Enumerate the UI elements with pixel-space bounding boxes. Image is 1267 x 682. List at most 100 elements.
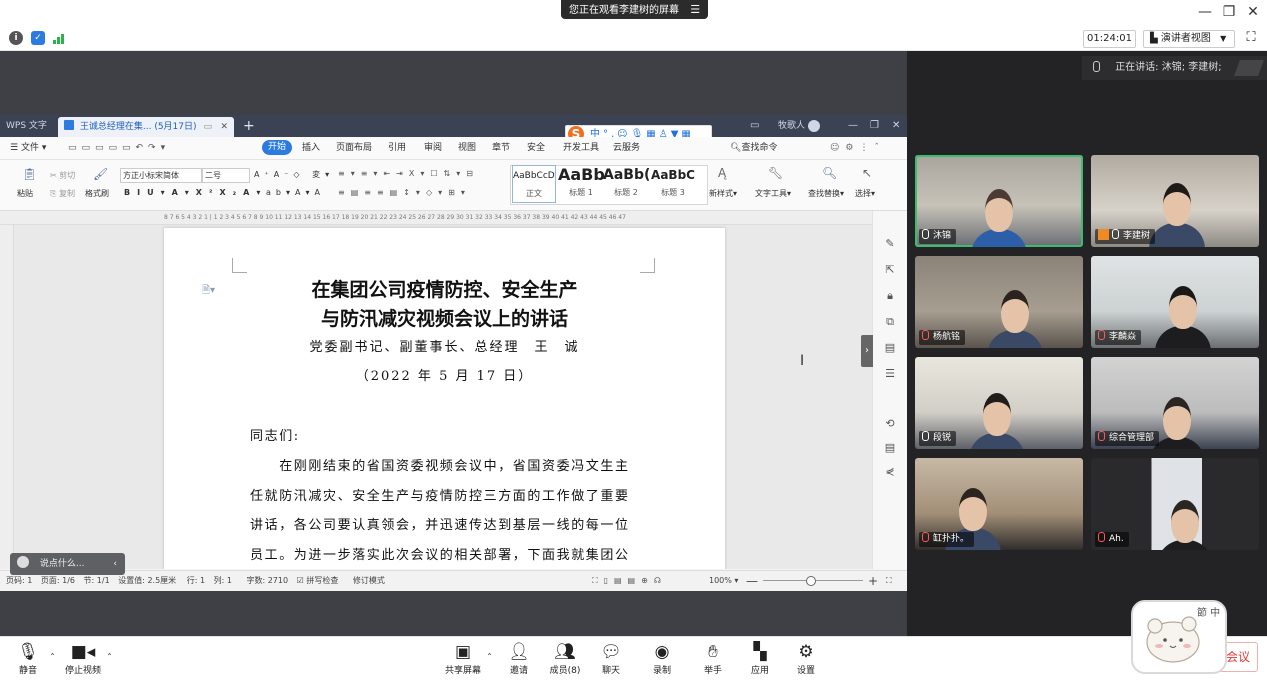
align-buttons[interactable]: ≡▤≡≡▤↕▾◇▾⊞▾	[338, 188, 471, 197]
bars-icon[interactable]: ☰	[883, 367, 897, 381]
invite-button[interactable]: 👤︎ 邀请	[494, 641, 544, 676]
share-screen-button[interactable]: ▣ 共享屏幕	[438, 641, 488, 676]
style-option-1[interactable]: AaBb 标题 1	[558, 165, 604, 203]
horizontal-ruler[interactable]: 8 7 6 5 4 3 2 1 | 1 2 3 4 5 6 7 8 9 10 1…	[0, 211, 872, 225]
share-options-icon[interactable]: ˆ	[487, 653, 492, 664]
file-menu[interactable]: ☰ 文件 ▾	[10, 137, 46, 159]
wps-minimize-icon[interactable]: —	[848, 115, 858, 137]
tab-6[interactable]: 章节	[492, 137, 510, 159]
find-replace-icon[interactable]: 🔍︎	[822, 166, 837, 180]
mute-options-icon[interactable]: ˆ	[50, 653, 55, 664]
pen-icon[interactable]: ✎	[883, 237, 897, 251]
video-tile[interactable]: 李建树	[1091, 155, 1259, 247]
tab-3[interactable]: 引用	[388, 137, 406, 159]
select-cursor-icon[interactable]: ↖	[862, 166, 872, 180]
raise-hand-button[interactable]: ✋︎ 举手	[688, 641, 738, 676]
quick-access-icon[interactable]: ▭▭▭▭▭↶↷▾	[68, 137, 170, 159]
highlight-buttons[interactable]: ab▾A▾A	[266, 188, 325, 197]
record-button[interactable]: ◉ 录制	[637, 641, 687, 676]
copy-button[interactable]: ⎘ 复制	[50, 188, 75, 199]
video-tile[interactable]: 沐锦	[915, 155, 1083, 247]
video-tile[interactable]: 综合管理部	[1091, 357, 1259, 449]
view-mode-icons[interactable]: ⛶▯▤▤⊕☊	[592, 571, 667, 591]
video-tile[interactable]: 缸扑扑。	[915, 458, 1083, 550]
video-tile[interactable]: 段锐	[915, 357, 1083, 449]
new-style-icon[interactable]: Ą	[718, 166, 726, 180]
document-workspace[interactable]: 🗎▾ 在集团公司疫情防控、安全生产 与防汛减灾视频会议上的讲话 党委副书记、副董…	[14, 225, 872, 569]
document-tab[interactable]: 王诚总经理在集... (5月17日) ▭ ✕	[58, 117, 234, 137]
view-mode-dropdown[interactable]: ▙ 演讲者视图 ▼	[1143, 30, 1235, 48]
paste-icon[interactable]: 📋︎	[22, 167, 37, 181]
tab-window-icon[interactable]: ▭	[203, 117, 212, 137]
tab-close-icon[interactable]: ✕	[220, 117, 228, 137]
members-button[interactable]: 👥︎ 成员(8)	[540, 641, 590, 676]
select-button[interactable]: 选择▾	[855, 188, 875, 199]
style-option-3[interactable]: AaBbC 标题 3	[650, 165, 696, 203]
share-icon[interactable]: ⋞	[883, 465, 897, 479]
settings-icon[interactable]: ☺⚙⋮ˆ	[830, 137, 885, 159]
pointer-icon[interactable]: ⇱	[883, 263, 897, 277]
list-icon[interactable]: ▤	[883, 441, 897, 455]
comment-input[interactable]: 说点什么... ‹	[10, 553, 125, 575]
settings-button[interactable]: ⚙ 设置	[781, 641, 831, 676]
new-tab-icon[interactable]: +	[243, 115, 255, 137]
spell-check-button[interactable]: ☑ 拼写检查	[297, 576, 339, 585]
tab-0[interactable]: 开始	[262, 140, 293, 155]
wps-close-icon[interactable]: ✕	[892, 115, 900, 137]
video-tile[interactable]: 李麟焱	[1091, 256, 1259, 348]
tab-4[interactable]: 审阅	[424, 137, 442, 159]
text-tools-button[interactable]: 文字工具▾	[755, 188, 791, 199]
vertical-ruler[interactable]	[0, 225, 14, 569]
zoom-slider-handle[interactable]	[806, 576, 816, 586]
paste-button[interactable]: 粘贴	[17, 188, 33, 199]
zoom-level[interactable]: 100% ▾	[709, 571, 738, 591]
shield-icon[interactable]: ✓	[31, 31, 45, 45]
layout-icon[interactable]: ▭	[750, 115, 759, 137]
format-painter-icon[interactable]: 🖌︎	[93, 167, 108, 181]
signal-icon[interactable]	[53, 32, 67, 44]
cut-button[interactable]: ✂ 剪切	[50, 170, 75, 181]
stop-video-button[interactable]: ■◂ 停止视频	[58, 641, 108, 676]
font-size-select[interactable]: 二号	[202, 168, 250, 183]
revision-mode-button[interactable]: 修订模式	[353, 576, 385, 585]
wps-user-name[interactable]: 牧歌人	[778, 115, 805, 137]
zoom-out-icon[interactable]: —	[746, 571, 758, 591]
history-icon[interactable]: ⟲	[883, 417, 897, 431]
user-avatar[interactable]	[808, 120, 820, 132]
wps-restore-icon[interactable]: ❐	[870, 115, 879, 137]
screen-share-banner[interactable]: 您正在观看李建树的屏幕 ☰	[561, 0, 709, 19]
chat-button[interactable]: 💬︎ 聊天	[586, 641, 636, 676]
fit-window-icon[interactable]: ⛶	[886, 571, 892, 591]
expand-panel-icon[interactable]: ›	[861, 335, 873, 367]
document-page[interactable]: 🗎▾ 在集团公司疫情防控、安全生产 与防汛减灾视频会议上的讲话 党委副书记、副董…	[164, 228, 725, 569]
font-style-buttons[interactable]: BIU▾A▾X²X₂A▾	[124, 188, 267, 197]
close-icon[interactable]: ✕	[1242, 3, 1264, 21]
text-tools-icon[interactable]: 🔧︎	[768, 166, 783, 180]
tab-5[interactable]: 视图	[458, 137, 476, 159]
video-tile[interactable]: Ah.	[1091, 458, 1259, 550]
minimize-icon[interactable]: —	[1194, 3, 1216, 21]
find-replace-button[interactable]: 查找替换▾	[808, 188, 844, 199]
font-name-select[interactable]: 方正小标宋简体	[120, 168, 202, 183]
restore-icon[interactable]: ❐	[1218, 3, 1240, 21]
search-command[interactable]: 🔍︎查找命令	[730, 137, 777, 159]
style-option-0[interactable]: AaBbCcDd 正文	[512, 165, 556, 203]
tab-1[interactable]: 插入	[302, 137, 320, 159]
new-style-button[interactable]: 新样式▾	[709, 188, 737, 199]
apps-button[interactable]: ▚ 应用	[735, 641, 785, 676]
list-buttons[interactable]: ≡▾≡▾⇤⇥X▾☐⇅▾⊟	[338, 169, 479, 178]
info-icon[interactable]: i	[9, 31, 23, 45]
style-option-2[interactable]: AaBb(标题 2	[603, 165, 649, 203]
list-icon[interactable]: ☰	[690, 0, 700, 19]
font-size-controls[interactable]: A⁺A⁻◇ 変▾	[254, 169, 334, 180]
tab-9[interactable]: 云服务	[613, 137, 640, 159]
video-options-icon[interactable]: ˆ	[107, 653, 112, 664]
video-tile[interactable]: 杨航铭	[915, 256, 1083, 348]
wps-app-tab[interactable]: WPS 文字	[0, 115, 61, 137]
fullscreen-icon[interactable]: ⛶	[1243, 30, 1259, 46]
tab-2[interactable]: 页面布局	[336, 137, 372, 159]
shape-icon[interactable]: ⧉	[883, 315, 897, 329]
lock-icon[interactable]: 🔒︎	[883, 289, 897, 303]
status-words[interactable]: 字数: 2710	[246, 576, 288, 585]
collapse-icon[interactable]: ‹	[113, 553, 117, 575]
